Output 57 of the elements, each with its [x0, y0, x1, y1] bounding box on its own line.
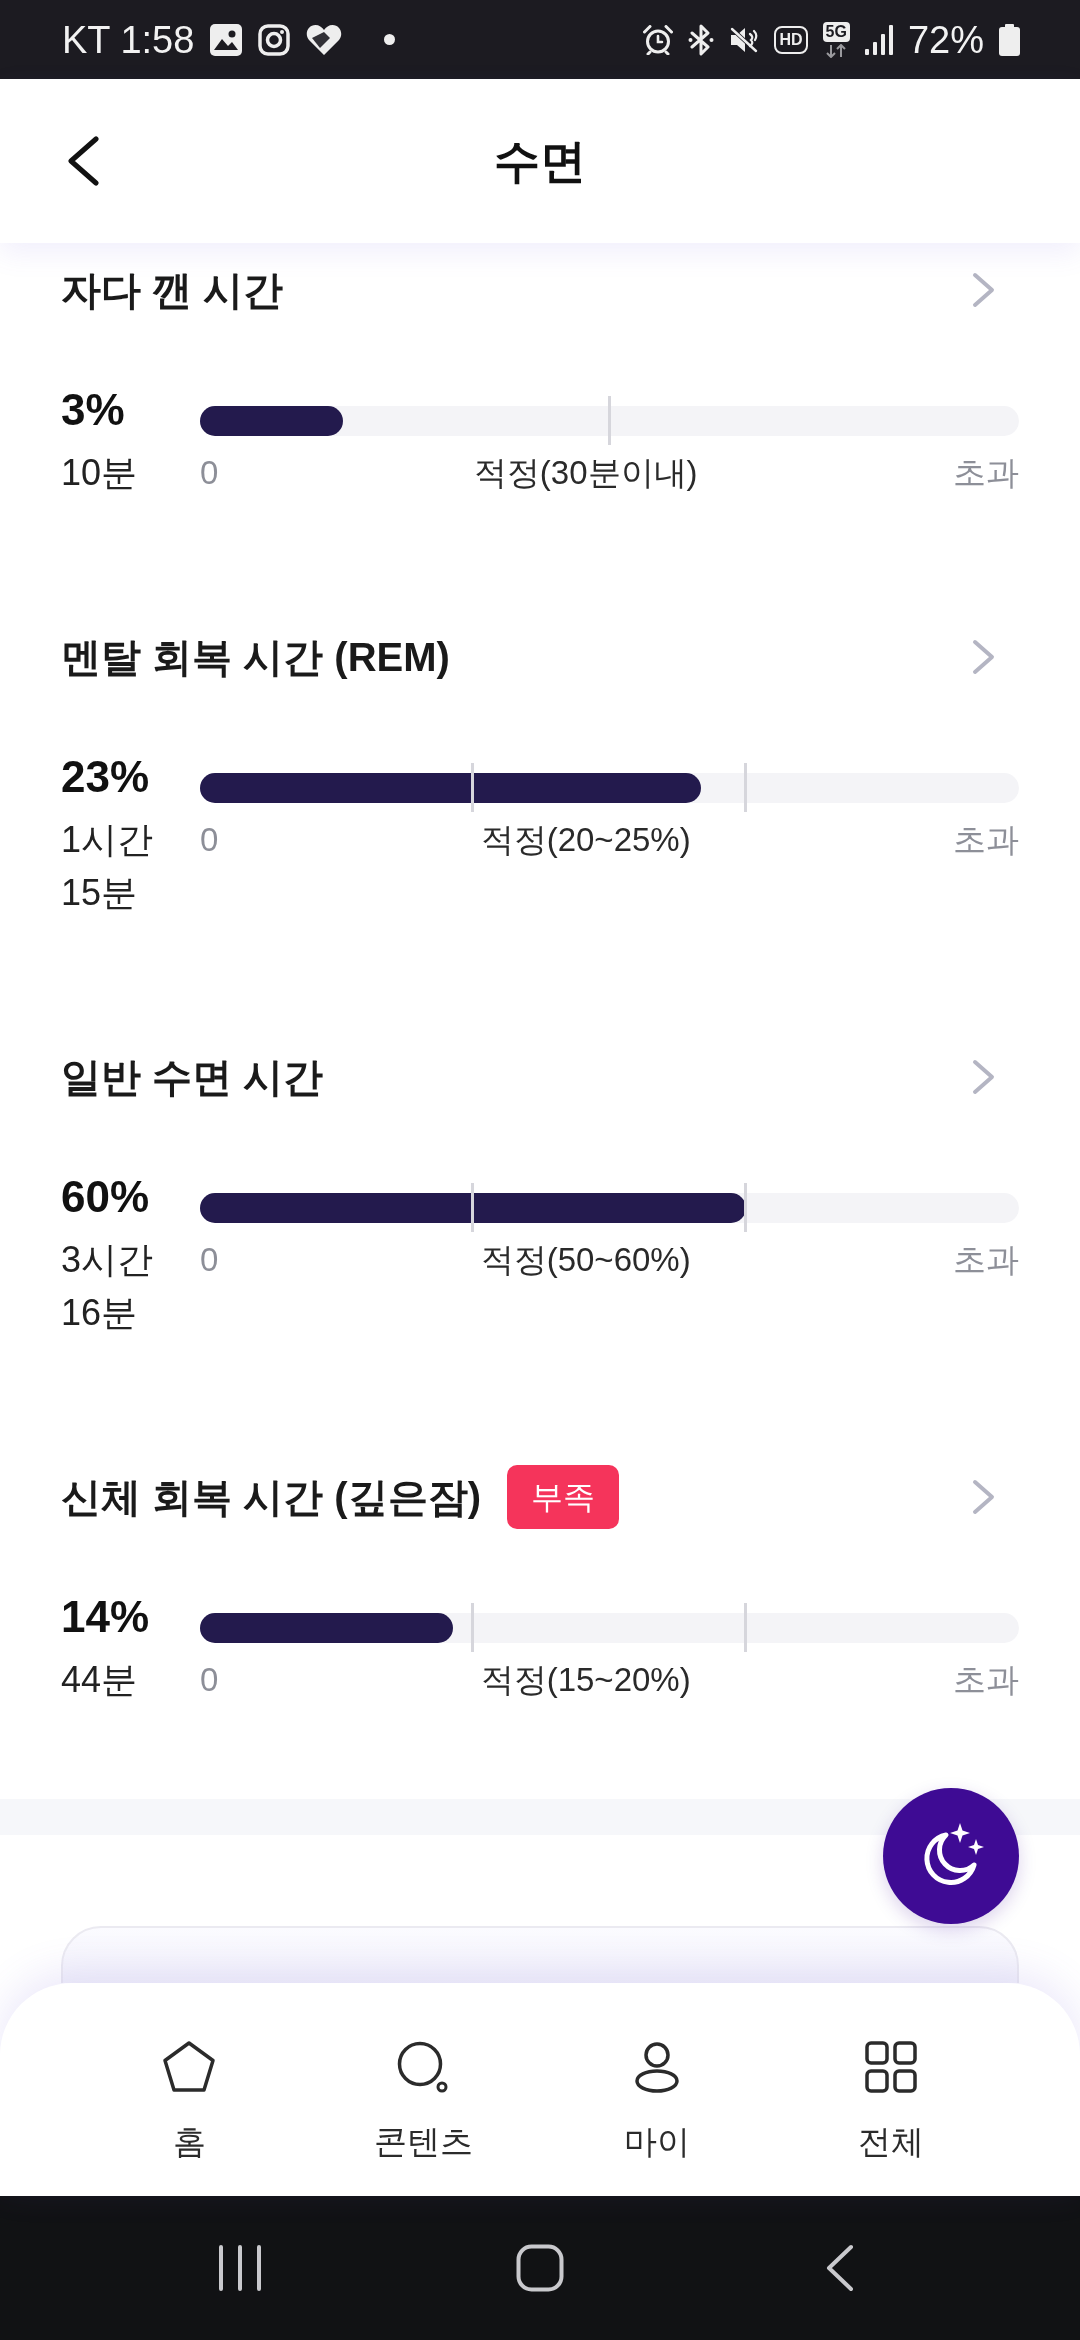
duration-value: 3시간 16분	[61, 1238, 155, 1335]
duration-value: 1시간 15분	[61, 818, 155, 915]
duration-value: 10분	[61, 451, 138, 495]
percent-value: 14%	[61, 1591, 150, 1643]
status-badge: 부족	[507, 1465, 619, 1529]
threshold-marker	[608, 396, 611, 445]
scale-label: 초과	[953, 1240, 1019, 1280]
threshold-marker	[471, 1183, 475, 1232]
scale-label: 0	[200, 820, 219, 860]
threshold-marker	[471, 1603, 475, 1652]
scale-label: 적정(30분이내)	[473, 453, 698, 493]
scale-label: 초과	[953, 820, 1019, 860]
status-time: KT 1:58	[62, 17, 195, 62]
nav-tab[interactable]: 전체	[848, 2035, 934, 2165]
scale-label: 적정(15~20%)	[480, 1660, 691, 1700]
back-icon[interactable]	[826, 2244, 854, 2292]
threshold-marker	[744, 1183, 748, 1232]
battery-icon	[999, 23, 1020, 56]
scale-label: 0	[200, 453, 219, 493]
heart-icon	[306, 23, 343, 56]
nav-tab[interactable]: 홈	[152, 2035, 226, 2165]
percent-value: 23%	[61, 751, 150, 803]
network-type-indicator: 5G	[822, 21, 850, 42]
camera-icon	[258, 23, 291, 56]
back-icon[interactable]	[66, 136, 100, 186]
image-icon	[210, 23, 243, 56]
dot-icon	[384, 34, 396, 45]
grid-icon	[864, 2040, 918, 2094]
mute-icon	[729, 24, 760, 55]
circle-dot-icon	[396, 2040, 450, 2094]
section-title: 자다 깬 시간	[61, 267, 284, 314]
scale-label: 0	[200, 1660, 219, 1700]
threshold-marker	[744, 1603, 748, 1652]
percent-value: 3%	[61, 384, 125, 436]
pentagon-icon	[162, 2040, 216, 2094]
home-icon[interactable]	[516, 2244, 564, 2292]
scale-label: 초과	[953, 453, 1019, 493]
hd-indicator: HD	[774, 25, 808, 54]
scale-label: 초과	[953, 1660, 1019, 1700]
threshold-marker	[471, 763, 475, 812]
section-title: 멘탈 회복 시간 (REM)	[61, 634, 450, 681]
page-title: 수면	[494, 134, 586, 189]
nav-tab[interactable]: 마이	[614, 2035, 700, 2165]
alarm-icon	[643, 24, 674, 55]
section-title: 일반 수면 시간	[61, 1054, 324, 1101]
signal-icon	[864, 24, 893, 55]
scale-label: 0	[200, 1240, 219, 1280]
nav-tab[interactable]: 콘텐츠	[363, 2035, 483, 2165]
threshold-marker	[744, 763, 748, 812]
percent-value: 60%	[61, 1171, 150, 1223]
battery-percent: 72%	[907, 17, 984, 62]
scale-label: 적정(50~60%)	[480, 1240, 691, 1280]
duration-value: 44분	[61, 1658, 138, 1702]
scale-label: 적정(20~25%)	[480, 820, 691, 860]
bluetooth-icon	[688, 23, 715, 56]
recent-apps-icon[interactable]	[218, 2245, 262, 2291]
section-title: 신체 회복 시간 (깊은잠)	[61, 1474, 481, 1521]
